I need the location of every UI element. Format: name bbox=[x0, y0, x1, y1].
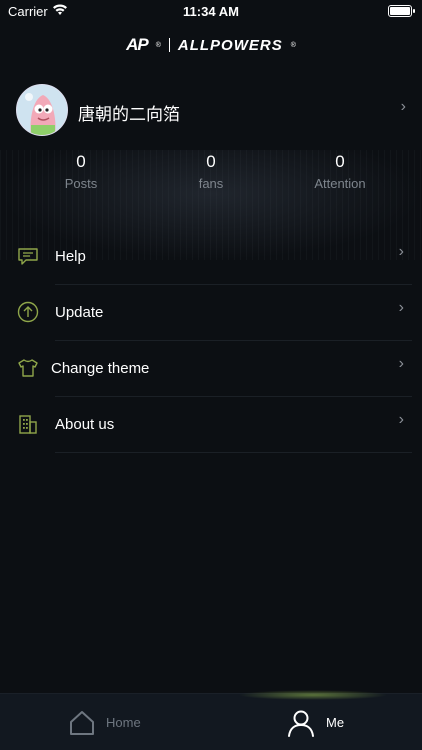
menu-label: About us bbox=[55, 416, 115, 433]
stat-value: 0 bbox=[335, 152, 345, 171]
brand-name: ALLPOWERS bbox=[177, 36, 283, 54]
home-icon bbox=[70, 710, 94, 735]
stat-label: fans bbox=[198, 176, 224, 191]
upload-arrow-icon bbox=[17, 301, 39, 323]
chevron-right-icon: › bbox=[398, 411, 404, 428]
stat-fans[interactable]: 0 fans bbox=[151, 152, 271, 191]
brand-divider bbox=[168, 38, 170, 52]
clock: 11:34 AM bbox=[183, 4, 239, 19]
avatar[interactable] bbox=[16, 84, 68, 136]
menu-item-update[interactable]: Update › bbox=[0, 285, 422, 341]
tab-label: Me bbox=[326, 715, 345, 730]
avatar-image bbox=[17, 85, 67, 135]
stat-value: 0 bbox=[206, 152, 216, 171]
stat-label: Posts bbox=[64, 176, 98, 191]
username: 唐朝的二向箔 bbox=[78, 105, 180, 125]
chevron-right-icon: › bbox=[398, 243, 404, 260]
stat-posts[interactable]: 0 Posts bbox=[21, 152, 141, 191]
person-icon bbox=[288, 710, 314, 737]
brand-reg-mark-2: ® bbox=[290, 41, 296, 49]
building-icon bbox=[19, 415, 37, 434]
tab-label: Home bbox=[106, 715, 141, 730]
stat-label: Attention bbox=[314, 176, 366, 191]
status-bar: Carrier 11:34 AM bbox=[0, 0, 422, 24]
stat-attention[interactable]: 0 Attention bbox=[280, 152, 400, 191]
settings-menu: Help › Update › Change theme › About us … bbox=[0, 229, 422, 453]
menu-item-change-theme[interactable]: Change theme › bbox=[0, 341, 422, 397]
stats-row: 0 Posts 0 fans 0 Attention bbox=[0, 152, 422, 196]
menu-item-help[interactable]: Help › bbox=[0, 229, 422, 285]
chevron-right-icon: › bbox=[398, 355, 404, 372]
brand-logo: AP ® ALLPOWERS ® bbox=[0, 34, 422, 56]
brand-reg-mark: ® bbox=[155, 41, 161, 49]
brand-mark: AP bbox=[126, 35, 149, 54]
chevron-right-icon: › bbox=[398, 299, 404, 316]
tab-home[interactable]: Home bbox=[68, 694, 141, 750]
menu-label: Update bbox=[55, 304, 104, 321]
tab-me[interactable]: Me bbox=[286, 694, 344, 750]
battery-icon bbox=[388, 5, 415, 17]
profile-row[interactable]: 唐朝的二向箔 › bbox=[0, 84, 422, 136]
menu-label: Help bbox=[55, 248, 86, 265]
shirt-icon bbox=[18, 359, 38, 377]
chat-icon bbox=[18, 248, 38, 265]
divider bbox=[55, 452, 412, 453]
menu-item-about-us[interactable]: About us › bbox=[0, 397, 422, 453]
stat-value: 0 bbox=[76, 152, 86, 171]
menu-label: Change theme bbox=[51, 360, 150, 377]
tab-bar: Home Me bbox=[0, 690, 422, 750]
chevron-right-icon: › bbox=[400, 98, 406, 115]
